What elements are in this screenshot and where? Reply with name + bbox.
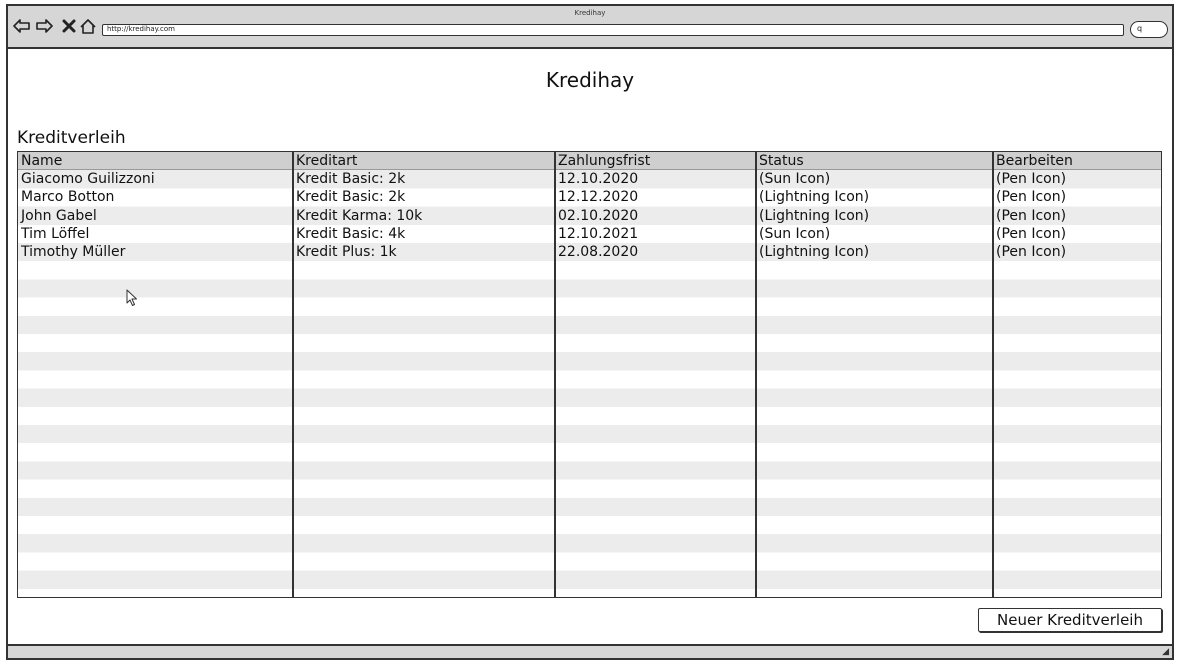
search-field[interactable]: q [1130,21,1168,38]
address-bar[interactable]: http://kredihay.com [102,24,1124,36]
cell-status: (Sun Icon) [759,171,831,188]
cell-name[interactable]: Timothy Müller [18,243,125,261]
new-loan-button[interactable]: Neuer Kreditverleih [978,608,1162,632]
cell-name[interactable]: Giacomo Guilizzoni [18,170,155,188]
cell-zahlungsfrist: 12.10.2021 [558,225,639,242]
cell-name[interactable]: John Gabel [18,207,97,225]
cell-zahlungsfrist: 02.10.2020 [558,207,639,224]
window-title: Kredihay [574,9,606,17]
page-title: Kredihay [545,68,635,92]
cell-edit[interactable]: (Pen Icon) [993,225,1066,243]
cell-status: (Lightning Icon) [759,189,870,206]
cell-kreditart: Kredit Basic: 2k [296,171,406,188]
cell-edit[interactable]: (Pen Icon) [993,207,1066,225]
cell-status: (Lightning Icon) [759,207,870,224]
cell-edit[interactable]: (Pen Icon) [993,188,1066,206]
home-icon[interactable] [79,17,97,35]
cell-name[interactable]: Marco Botton [18,188,114,206]
resize-grip-icon[interactable]: ◢ [1162,647,1169,657]
status-bar: ◢ [8,644,1172,658]
column-header-kreditart[interactable]: Kreditart [293,152,357,170]
browser-window: Kredihay http://kredihay.com q Kredihay … [6,4,1174,660]
forward-arrow-icon[interactable] [35,17,53,35]
cell-status: (Sun Icon) [759,225,831,242]
cell-kreditart: Kredit Plus: 1k [296,244,397,260]
section-title: Kreditverleih [17,128,126,148]
cell-zahlungsfrist: 12.10.2020 [558,171,639,188]
cell-edit[interactable]: (Pen Icon) [993,170,1066,188]
search-icon: q [1137,24,1143,33]
column-header-zahlungsfrist[interactable]: Zahlungsfrist [555,152,650,170]
cell-name[interactable]: Tim Löffel [18,225,89,243]
cell-kreditart: Kredit Basic: 4k [296,225,406,242]
cell-edit[interactable]: (Pen Icon) [993,243,1066,261]
cell-status: (Lightning Icon) [759,244,870,260]
mouse-cursor-icon [126,289,138,307]
column-header-status[interactable]: Status [756,152,804,170]
stop-icon[interactable] [60,17,78,35]
browser-toolbar: Kredihay http://kredihay.com q [8,6,1172,49]
cell-kreditart: Kredit Karma: 10k [296,207,423,224]
cell-zahlungsfrist: 12.12.2020 [558,189,639,206]
loan-table: Name Kreditart Zahlungsfrist Status Bear… [17,151,1162,598]
cell-zahlungsfrist: 22.08.2020 [558,244,639,260]
cell-kreditart: Kredit Basic: 2k [296,189,406,206]
column-header-name[interactable]: Name [18,152,62,170]
back-arrow-icon[interactable] [12,17,30,35]
column-header-bearbeiten[interactable]: Bearbeiten [993,152,1073,170]
